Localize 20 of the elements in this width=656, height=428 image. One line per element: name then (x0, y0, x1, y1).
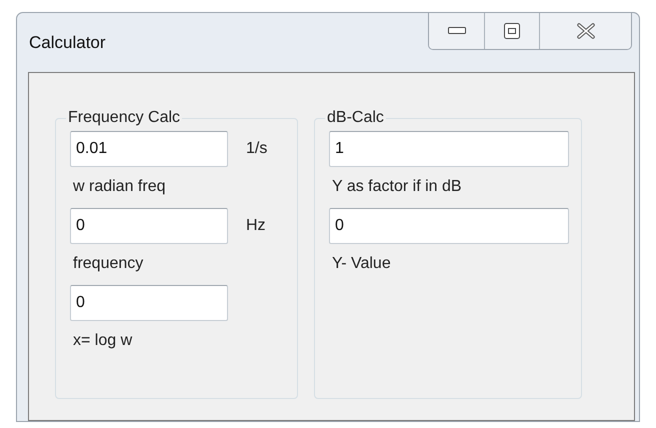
field-label: frequency (73, 255, 144, 273)
input-field[interactable]: 0.01 (70, 131, 228, 167)
minimize-button[interactable] (429, 13, 484, 49)
maximize-button[interactable] (484, 13, 539, 49)
input-field[interactable]: 0 (329, 208, 569, 244)
close-icon (576, 23, 596, 39)
unit-label: 1/s (246, 140, 268, 158)
window-title: Calculator (29, 33, 106, 53)
minimize-icon (448, 27, 466, 35)
field-label: Y as factor if in dB (332, 178, 463, 196)
field-label: x= log w (73, 332, 134, 350)
input-field[interactable]: 0 (70, 285, 228, 321)
maximize-icon (504, 23, 520, 39)
input-field[interactable]: 0 (70, 208, 228, 244)
group-title: dB-Calc (326, 109, 385, 127)
group-title: Frequency Calc (67, 109, 182, 127)
input-field[interactable]: 1 (329, 131, 569, 167)
field-label: Y- Value (332, 255, 392, 273)
field-label: w radian freq (73, 178, 166, 196)
unit-label: Hz (246, 217, 266, 235)
